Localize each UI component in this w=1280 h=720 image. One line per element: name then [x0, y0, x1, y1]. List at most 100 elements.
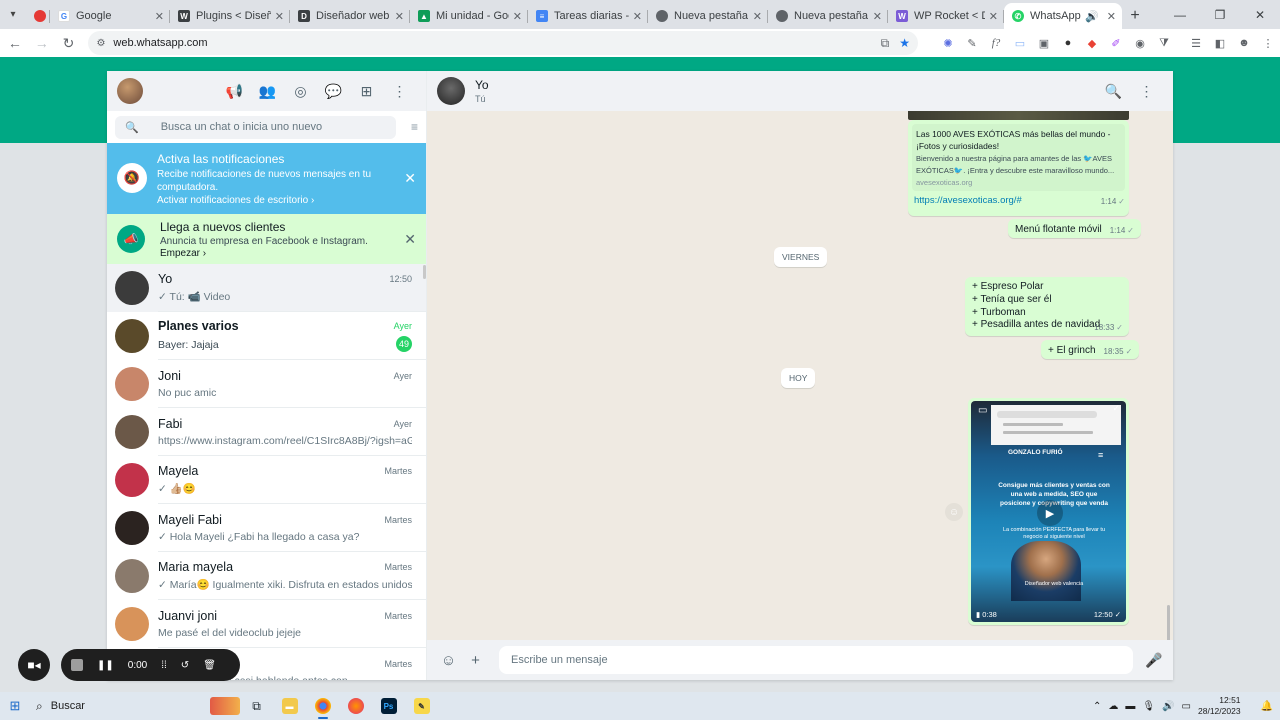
my-avatar[interactable]: [117, 78, 143, 104]
grid-icon[interactable]: ⁞⁞: [161, 660, 167, 671]
attach-plus-icon[interactable]: +: [462, 652, 489, 669]
contact-avatar[interactable]: [437, 77, 465, 105]
bookmark-star-icon[interactable]: ★: [899, 36, 910, 50]
tab-docs[interactable]: ≡ Tareas diarias - Doc ✕: [528, 3, 648, 29]
play-icon[interactable]: ▶: [1037, 500, 1063, 526]
close-icon[interactable]: ✕: [753, 10, 762, 23]
menu-icon[interactable]: ⋮: [1130, 83, 1163, 100]
chat-item[interactable]: Juanvi joni Martes Me pasé el del videoclu…: [107, 600, 426, 648]
search-input[interactable]: 🔍 Busca un chat o inicia uno nuevo: [115, 115, 396, 139]
profile-avatar-icon[interactable]: ☻: [1232, 33, 1256, 53]
address-bar[interactable]: ⚙ web.whatsapp.com ⧉ ★: [88, 31, 918, 55]
reaction-emoji-icon[interactable]: ☺: [945, 503, 963, 521]
battery-icon[interactable]: ▭: [1182, 701, 1191, 712]
tab-disenador[interactable]: D Diseñador web ✕: [290, 3, 410, 29]
link-preview-message[interactable]: Las 1000 AVES EXÓTICAS más bellas del mu…: [908, 120, 1129, 216]
chat-item[interactable]: Mayeli Fabi Martes ✓ Hola Mayeli ¿Fabi ha …: [107, 504, 426, 552]
emoji-icon[interactable]: ☺: [435, 652, 462, 669]
recorder-camera-button[interactable]: ■◂: [18, 649, 50, 681]
message-menu-flotante[interactable]: Menú flotante móvil 1:14 ✓: [1008, 219, 1141, 238]
restore-icon[interactable]: ❐: [1200, 0, 1240, 29]
chat-item[interactable]: Fabi Ayer https://www.instagram.com/reel/C…: [107, 408, 426, 456]
new-chat-icon[interactable]: ⊞: [350, 83, 383, 100]
communities-icon[interactable]: 👥: [251, 83, 284, 100]
close-icon[interactable]: ✕: [633, 10, 642, 23]
close-icon[interactable]: ✕: [395, 10, 404, 23]
font-icon[interactable]: f?: [984, 33, 1008, 53]
extensions-puzzle-icon[interactable]: ⧩: [1152, 33, 1176, 53]
task-view-icon[interactable]: ⧉: [240, 692, 273, 720]
microphone-icon[interactable]: 🎙: [1142, 701, 1155, 712]
extension-gear-icon[interactable]: ✺: [936, 33, 960, 53]
network-icon[interactable]: ▬: [1125, 701, 1135, 712]
forward-icon[interactable]: →: [30, 35, 54, 51]
close-icon[interactable]: ✕: [513, 10, 522, 23]
microphone-icon[interactable]: 🎤: [1143, 652, 1165, 669]
chat-item[interactable]: Yo 12:50 ✓ Tú: 📹 Video: [107, 264, 426, 312]
install-app-icon[interactable]: ⧉: [881, 36, 890, 51]
color-extension-icon[interactable]: ◆: [1080, 33, 1104, 53]
windows-start-icon[interactable]: ⊞: [0, 698, 30, 714]
side-panel-icon[interactable]: ◧: [1208, 33, 1232, 53]
channels-megaphone-icon[interactable]: 📢: [218, 83, 251, 100]
pause-icon[interactable]: ❚❚: [97, 660, 114, 671]
sticky-notes-icon[interactable]: ✎: [405, 692, 438, 720]
volume-icon[interactable]: 🔊: [1162, 701, 1174, 712]
taskbar-search[interactable]: ⌕ Buscar: [30, 692, 240, 720]
image-icon[interactable]: ▣: [1032, 33, 1056, 53]
url-text[interactable]: web.whatsapp.com: [113, 37, 870, 49]
speaker-icon[interactable]: 🔊: [1085, 10, 1099, 23]
video-thumbnail[interactable]: GONZALO FURIÓ ≡ Consigue más clientes y …: [971, 401, 1126, 622]
tab-search-dropdown-icon[interactable]: ▾: [0, 0, 26, 29]
filter-icon[interactable]: ≡: [396, 120, 418, 134]
search-icon[interactable]: 🔍: [1097, 83, 1130, 100]
chat-item[interactable]: Maria mayela Martes ✓ María😊 Igualmente xi…: [107, 552, 426, 600]
close-window-icon[interactable]: ✕: [1240, 0, 1280, 29]
video-message[interactable]: GONZALO FURIÓ ≡ Consigue más clientes y …: [968, 398, 1129, 625]
show-hidden-icons-icon[interactable]: ⌃: [1093, 701, 1101, 712]
message-input[interactable]: Escribe un mensaje: [499, 646, 1133, 674]
stop-icon[interactable]: [71, 659, 83, 671]
back-icon[interactable]: ←: [3, 35, 27, 51]
message-grinch[interactable]: + El grinch 18:35 ✓: [1041, 340, 1140, 359]
tab-drive[interactable]: ▲ Mi unidad - Google ✕: [410, 3, 528, 29]
tab-pinned-record[interactable]: [26, 3, 50, 29]
reading-list-icon[interactable]: ☰: [1184, 33, 1208, 53]
close-icon[interactable]: ✕: [404, 170, 416, 187]
close-icon[interactable]: ✕: [404, 231, 416, 248]
enable-notifications-link[interactable]: Activar notificaciones de escritorio ›: [157, 195, 398, 206]
chat-item[interactable]: Joni Ayer No puc amic: [107, 360, 426, 408]
link-preview-card[interactable]: Las 1000 AVES EXÓTICAS más bellas del mu…: [912, 124, 1125, 191]
minimize-icon[interactable]: —: [1160, 0, 1200, 29]
conversation-scrollbar[interactable]: [1167, 605, 1170, 640]
eyedropper-icon[interactable]: ✎: [960, 33, 984, 53]
circle-extension-icon[interactable]: ●: [1056, 33, 1080, 53]
channels-icon[interactable]: 💬: [317, 83, 350, 100]
status-icon[interactable]: ◎: [284, 83, 317, 100]
trash-icon[interactable]: 🗑: [203, 660, 216, 671]
shield-extension-icon[interactable]: ◉: [1128, 33, 1152, 53]
conversation-header[interactable]: Yo Tú 🔍 ⋮: [427, 71, 1173, 111]
chrome-taskbar-icon[interactable]: [306, 692, 339, 720]
notifications-icon[interactable]: 🔔: [1261, 701, 1273, 712]
tab-plugins[interactable]: W Plugins < Diseñador ✕: [170, 3, 290, 29]
site-info-icon[interactable]: ⚙: [96, 38, 105, 49]
pen-extension-icon[interactable]: ✐: [1104, 33, 1128, 53]
file-explorer-icon[interactable]: ▬: [273, 692, 306, 720]
reload-icon[interactable]: ↻: [57, 35, 81, 52]
close-icon[interactable]: ✕: [873, 10, 882, 23]
taskbar-clock[interactable]: 12:51 28/12/2023: [1198, 695, 1241, 717]
message-link[interactable]: https://avesexoticas.org/#: [914, 195, 1093, 206]
close-icon[interactable]: ✕: [989, 10, 998, 23]
new-tab-button[interactable]: +: [1122, 3, 1148, 29]
tab-new-2[interactable]: Nueva pestaña ✕: [768, 3, 888, 29]
screen-icon[interactable]: ▭: [1008, 33, 1032, 53]
weather-icon[interactable]: ☁: [1108, 701, 1118, 712]
tab-google[interactable]: G Google ✕: [50, 3, 170, 29]
tab-new-1[interactable]: Nueva pestaña ✕: [648, 3, 768, 29]
chat-list-scrollbar[interactable]: [423, 265, 426, 279]
close-icon[interactable]: ✕: [1107, 10, 1116, 23]
chat-item[interactable]: Mayela Martes ✓ 👍🏼😊: [107, 456, 426, 504]
firefox-icon[interactable]: [339, 692, 372, 720]
restart-icon[interactable]: ↺: [181, 660, 189, 671]
